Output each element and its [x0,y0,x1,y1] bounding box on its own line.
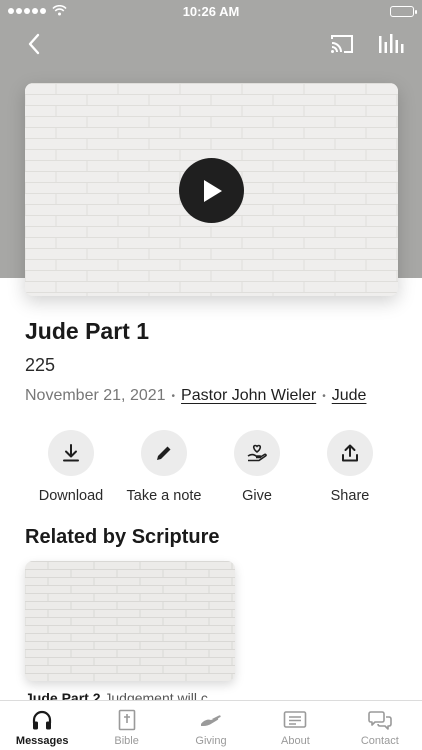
headphones-icon [33,710,52,730]
battery-icon [390,6,417,17]
sermon-date: November 21, 2021 [25,387,166,404]
cast-button[interactable] [328,30,356,58]
play-icon [203,179,222,202]
share-icon [342,444,358,462]
cast-icon [331,35,353,53]
tab-giving-label: Giving [195,735,227,747]
share-label: Share [330,488,370,504]
status-bar: 10:26 AM [0,0,422,24]
meta-separator: • [171,390,176,402]
bible-icon [118,709,135,731]
equalizer-icon [379,34,404,53]
tab-contact[interactable]: Contact [338,701,422,750]
nav-bar [0,28,422,60]
related-heading: Related by Scripture [25,526,220,548]
brick-wall-thumbnail [25,561,235,681]
tab-about-label: About [281,735,310,747]
speaker-link[interactable]: Pastor John Wieler [181,387,316,405]
tab-bible-label: Bible [114,735,139,747]
download-icon [63,444,79,462]
share-button[interactable]: Share [295,430,405,504]
status-time: 10:26 AM [182,4,240,19]
video-player[interactable] [25,83,398,296]
tab-bar: Messages Bible Giving About Contact [0,700,422,750]
chat-bubbles-icon [368,711,392,730]
giving-hand-icon [201,715,221,726]
meta-separator: • [322,390,326,402]
tab-about[interactable]: About [253,701,337,750]
sermon-meta: November 21, 2021 • Pastor John Wieler •… [25,387,366,405]
action-row: Download Take a note Give Share [0,430,422,510]
audio-bars-button[interactable] [376,30,404,58]
play-button[interactable] [179,158,244,223]
hand-heart-icon [247,444,267,462]
tab-bible[interactable]: Bible [84,701,168,750]
sermon-title: Jude Part 1 [25,318,149,344]
tab-messages[interactable]: Messages [0,701,84,750]
chevron-left-icon [28,33,40,55]
related-card-thumbnail[interactable] [25,561,235,681]
tab-giving[interactable]: Giving [169,701,253,750]
series-link[interactable]: Jude [332,387,367,405]
pencil-icon [157,446,171,460]
view-count: 225 [25,355,56,375]
about-card-icon [284,711,307,728]
tab-contact-label: Contact [360,735,399,747]
back-button[interactable] [20,30,48,58]
tab-messages-label: Messages [15,735,69,747]
